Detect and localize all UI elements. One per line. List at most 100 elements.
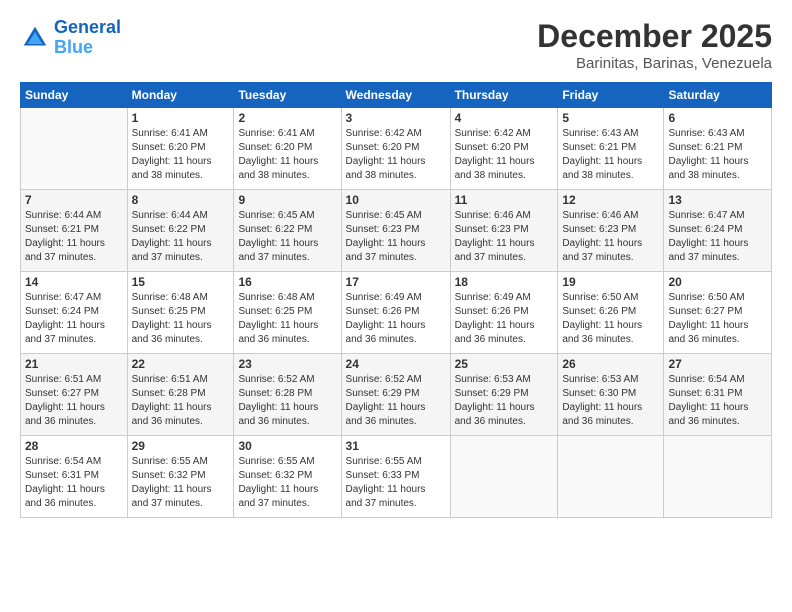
day-info: Sunrise: 6:53 AM Sunset: 6:29 PM Dayligh… xyxy=(455,373,554,429)
day-info: Sunrise: 6:54 AM Sunset: 6:31 PM Dayligh… xyxy=(668,373,767,429)
calendar-day: 6 Sunrise: 6:43 AM Sunset: 6:21 PM Daylig… xyxy=(664,108,772,190)
day-info: Sunrise: 6:48 AM Sunset: 6:25 PM Dayligh… xyxy=(132,291,230,347)
calendar-day: 18 Sunrise: 6:49 AM Sunset: 6:26 PM Dayli… xyxy=(450,272,558,354)
col-wednesday: Wednesday xyxy=(341,83,450,108)
calendar-day: 23 Sunrise: 6:52 AM Sunset: 6:28 PM Dayli… xyxy=(234,354,341,436)
day-number: 25 xyxy=(455,357,554,371)
day-info: Sunrise: 6:55 AM Sunset: 6:32 PM Dayligh… xyxy=(238,455,336,511)
col-tuesday: Tuesday xyxy=(234,83,341,108)
day-number: 24 xyxy=(346,357,446,371)
main-title: December 2025 xyxy=(537,18,772,55)
col-thursday: Thursday xyxy=(450,83,558,108)
day-info: Sunrise: 6:48 AM Sunset: 6:25 PM Dayligh… xyxy=(238,291,336,347)
day-number: 4 xyxy=(455,111,554,125)
calendar-day: 25 Sunrise: 6:53 AM Sunset: 6:29 PM Dayli… xyxy=(450,354,558,436)
calendar-day: 15Sunrise: 6:48 AM Sunset: 6:25 PM Dayli… xyxy=(127,272,234,354)
day-info: Sunrise: 6:45 AM Sunset: 6:23 PM Dayligh… xyxy=(346,209,446,265)
calendar-day: 30 Sunrise: 6:55 AM Sunset: 6:32 PM Dayli… xyxy=(234,436,341,518)
day-info: Sunrise: 6:52 AM Sunset: 6:28 PM Dayligh… xyxy=(238,373,336,429)
calendar-day: 13 Sunrise: 6:47 AM Sunset: 6:24 PM Dayli… xyxy=(664,190,772,272)
day-number: 30 xyxy=(238,439,336,453)
day-number: 16 xyxy=(238,275,336,289)
calendar-day: 28Sunrise: 6:54 AM Sunset: 6:31 PM Dayli… xyxy=(21,436,128,518)
day-info: Sunrise: 6:42 AM Sunset: 6:20 PM Dayligh… xyxy=(346,127,446,183)
calendar-day: 3 Sunrise: 6:42 AM Sunset: 6:20 PM Daylig… xyxy=(341,108,450,190)
calendar-day xyxy=(450,436,558,518)
calendar-header-row: Sunday Monday Tuesday Wednesday Thursday… xyxy=(21,83,772,108)
day-info: Sunrise: 6:43 AM Sunset: 6:21 PM Dayligh… xyxy=(668,127,767,183)
day-info: Sunrise: 6:55 AM Sunset: 6:33 PM Dayligh… xyxy=(346,455,446,511)
day-number: 11 xyxy=(455,193,554,207)
day-number: 23 xyxy=(238,357,336,371)
calendar-day: 16 Sunrise: 6:48 AM Sunset: 6:25 PM Dayli… xyxy=(234,272,341,354)
calendar-table: Sunday Monday Tuesday Wednesday Thursday… xyxy=(20,82,772,518)
day-info: Sunrise: 6:42 AM Sunset: 6:20 PM Dayligh… xyxy=(455,127,554,183)
day-info: Sunrise: 6:41 AM Sunset: 6:20 PM Dayligh… xyxy=(238,127,336,183)
calendar-day: 31 Sunrise: 6:55 AM Sunset: 6:33 PM Dayli… xyxy=(341,436,450,518)
day-info: Sunrise: 6:46 AM Sunset: 6:23 PM Dayligh… xyxy=(562,209,659,265)
day-number: 29 xyxy=(132,439,230,453)
calendar-day: 24 Sunrise: 6:52 AM Sunset: 6:29 PM Dayli… xyxy=(341,354,450,436)
day-number: 13 xyxy=(668,193,767,207)
calendar-day: 2 Sunrise: 6:41 AM Sunset: 6:20 PM Daylig… xyxy=(234,108,341,190)
day-info: Sunrise: 6:54 AM Sunset: 6:31 PM Dayligh… xyxy=(25,455,123,511)
logo-icon xyxy=(20,23,50,53)
calendar-day: 10Sunrise: 6:45 AM Sunset: 6:23 PM Dayli… xyxy=(341,190,450,272)
day-info: Sunrise: 6:51 AM Sunset: 6:28 PM Dayligh… xyxy=(132,373,230,429)
day-info: Sunrise: 6:52 AM Sunset: 6:29 PM Dayligh… xyxy=(346,373,446,429)
day-number: 5 xyxy=(562,111,659,125)
col-monday: Monday xyxy=(127,83,234,108)
day-number: 27 xyxy=(668,357,767,371)
calendar-day: 12 Sunrise: 6:46 AM Sunset: 6:23 PM Dayli… xyxy=(558,190,664,272)
calendar-day: 27 Sunrise: 6:54 AM Sunset: 6:31 PM Dayli… xyxy=(664,354,772,436)
col-friday: Friday xyxy=(558,83,664,108)
day-number: 17 xyxy=(346,275,446,289)
calendar-day: 1Sunrise: 6:41 AM Sunset: 6:20 PM Daylig… xyxy=(127,108,234,190)
day-info: Sunrise: 6:45 AM Sunset: 6:22 PM Dayligh… xyxy=(238,209,336,265)
day-number: 18 xyxy=(455,275,554,289)
day-number: 12 xyxy=(562,193,659,207)
day-number: 22 xyxy=(132,357,230,371)
calendar-day: 14 Sunrise: 6:47 AM Sunset: 6:24 PM Dayli… xyxy=(21,272,128,354)
col-saturday: Saturday xyxy=(664,83,772,108)
day-info: Sunrise: 6:49 AM Sunset: 6:26 PM Dayligh… xyxy=(346,291,446,347)
calendar-week-3: 14 Sunrise: 6:47 AM Sunset: 6:24 PM Dayli… xyxy=(21,272,772,354)
calendar-day xyxy=(558,436,664,518)
subtitle: Barinitas, Barinas, Venezuela xyxy=(537,55,772,72)
day-number: 2 xyxy=(238,111,336,125)
day-number: 14 xyxy=(25,275,123,289)
calendar-day xyxy=(21,108,128,190)
day-info: Sunrise: 6:47 AM Sunset: 6:24 PM Dayligh… xyxy=(668,209,767,265)
calendar-day: 26 Sunrise: 6:53 AM Sunset: 6:30 PM Dayli… xyxy=(558,354,664,436)
calendar-day: 9Sunrise: 6:45 AM Sunset: 6:22 PM Daylig… xyxy=(234,190,341,272)
day-info: Sunrise: 6:41 AM Sunset: 6:20 PM Dayligh… xyxy=(132,127,230,183)
calendar-day: 11 Sunrise: 6:46 AM Sunset: 6:23 PM Dayli… xyxy=(450,190,558,272)
day-number: 26 xyxy=(562,357,659,371)
calendar-week-2: 7Sunrise: 6:44 AM Sunset: 6:21 PM Daylig… xyxy=(21,190,772,272)
calendar-week-5: 28Sunrise: 6:54 AM Sunset: 6:31 PM Dayli… xyxy=(21,436,772,518)
day-info: Sunrise: 6:43 AM Sunset: 6:21 PM Dayligh… xyxy=(562,127,659,183)
col-sunday: Sunday xyxy=(21,83,128,108)
day-number: 31 xyxy=(346,439,446,453)
day-info: Sunrise: 6:50 AM Sunset: 6:26 PM Dayligh… xyxy=(562,291,659,347)
calendar-day: 20Sunrise: 6:50 AM Sunset: 6:27 PM Dayli… xyxy=(664,272,772,354)
logo: General Blue xyxy=(20,18,121,58)
day-number: 3 xyxy=(346,111,446,125)
day-info: Sunrise: 6:49 AM Sunset: 6:26 PM Dayligh… xyxy=(455,291,554,347)
day-info: Sunrise: 6:47 AM Sunset: 6:24 PM Dayligh… xyxy=(25,291,123,347)
calendar-day xyxy=(664,436,772,518)
title-block: December 2025 Barinitas, Barinas, Venezu… xyxy=(537,18,772,72)
calendar-day: 22 Sunrise: 6:51 AM Sunset: 6:28 PM Dayli… xyxy=(127,354,234,436)
day-info: Sunrise: 6:55 AM Sunset: 6:32 PM Dayligh… xyxy=(132,455,230,511)
day-info: Sunrise: 6:53 AM Sunset: 6:30 PM Dayligh… xyxy=(562,373,659,429)
day-number: 19 xyxy=(562,275,659,289)
calendar-day: 4 Sunrise: 6:42 AM Sunset: 6:20 PM Daylig… xyxy=(450,108,558,190)
calendar-day: 17 Sunrise: 6:49 AM Sunset: 6:26 PM Dayli… xyxy=(341,272,450,354)
page-header: General Blue December 2025 Barinitas, Ba… xyxy=(20,18,772,72)
day-info: Sunrise: 6:46 AM Sunset: 6:23 PM Dayligh… xyxy=(455,209,554,265)
day-info: Sunrise: 6:51 AM Sunset: 6:27 PM Dayligh… xyxy=(25,373,123,429)
day-number: 6 xyxy=(668,111,767,125)
calendar-week-4: 21Sunrise: 6:51 AM Sunset: 6:27 PM Dayli… xyxy=(21,354,772,436)
calendar-day: 5 Sunrise: 6:43 AM Sunset: 6:21 PM Daylig… xyxy=(558,108,664,190)
calendar-day: 29 Sunrise: 6:55 AM Sunset: 6:32 PM Dayli… xyxy=(127,436,234,518)
